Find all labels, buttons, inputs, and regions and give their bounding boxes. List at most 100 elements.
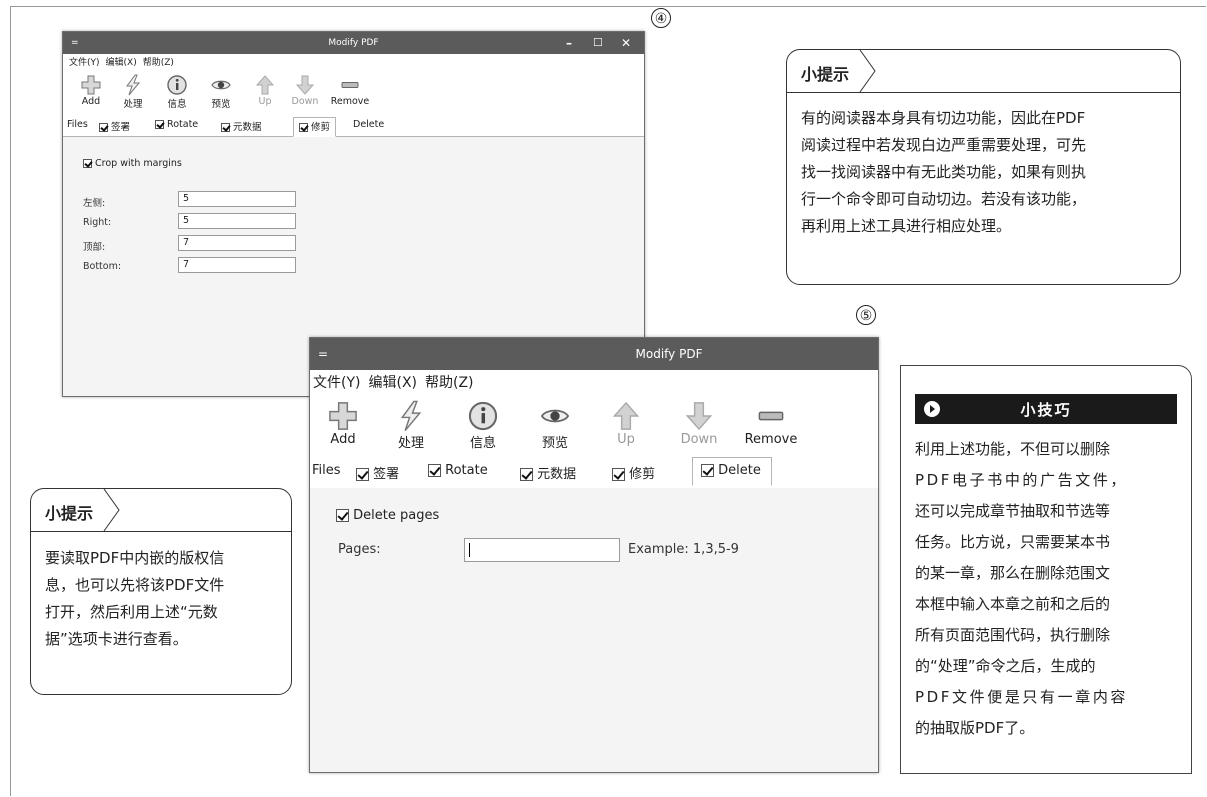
remove-button[interactable]: Remove	[327, 74, 373, 107]
preview-button[interactable]: 预览	[522, 400, 588, 451]
down-button[interactable]: Down	[285, 74, 325, 107]
tip-line: 打开，然后利用上述“元数	[45, 603, 218, 621]
trick-line: PDF文件便是只有一章内容	[915, 688, 1129, 706]
lightning-icon	[126, 74, 141, 96]
info-button[interactable]: 信息	[450, 400, 516, 451]
title-bar: = Modify PDF – ☐ ✕	[63, 32, 644, 54]
trick-line: PDF电子书中的广告文件，	[915, 471, 1129, 489]
tip-line: 要读取PDF中内嵌的版权信	[45, 549, 225, 567]
trick-heading: 小技巧	[1020, 401, 1072, 419]
pages-example: Example: 1,3,5-9	[628, 542, 739, 557]
info-button[interactable]: 信息	[157, 74, 197, 110]
checkbox[interactable]	[99, 123, 108, 132]
up-button[interactable]: Up	[245, 74, 285, 107]
crop-checkbox[interactable]	[83, 159, 92, 168]
tab-bar: Files 签署 Rotate 元数据 修剪 Delete	[63, 116, 644, 137]
tab-metadata[interactable]: 元数据	[221, 119, 262, 133]
down-label: Down	[291, 96, 319, 107]
tab-sign[interactable]: 签署	[99, 119, 130, 133]
add-button[interactable]: Add	[71, 74, 111, 107]
pages-input[interactable]	[464, 538, 620, 562]
tab-crop[interactable]: 修剪	[293, 117, 337, 137]
remove-label: Remove	[744, 432, 798, 447]
tip-line: 行一个命令即可自动切边。若没有该功能，	[801, 190, 1087, 208]
checkbox[interactable]	[701, 464, 714, 477]
tip-body: 要读取PDF中内嵌的版权信 息，也可以先将该PDF文件 打开，然后利用上述“元数…	[45, 545, 224, 653]
menu-edit[interactable]: 编辑(X)	[106, 54, 137, 72]
tab-files[interactable]: Files	[312, 463, 341, 478]
menu-file[interactable]: 文件(Y)	[69, 54, 100, 72]
tab-delete[interactable]: Delete	[353, 119, 384, 130]
tab-metadata-label: 元数据	[537, 467, 577, 482]
trick-body: 利用上述功能，不但可以删除 PDF电子书中的广告文件， 还可以完成章节抽取和节选…	[915, 434, 1179, 744]
preview-button[interactable]: 预览	[201, 74, 241, 110]
tab-delete[interactable]: Delete	[692, 457, 772, 486]
add-label: Add	[330, 432, 356, 447]
tip-header: 小提示	[787, 50, 1180, 93]
menu-edit[interactable]: 编辑(X)	[368, 370, 417, 396]
delete-pages-option[interactable]: Delete pages	[336, 508, 439, 523]
menu-file[interactable]: 文件(Y)	[313, 370, 360, 396]
trick-line: 利用上述功能，不但可以删除	[915, 440, 1111, 458]
trick-box: 小技巧 利用上述功能，不但可以删除 PDF电子书中的广告文件， 还可以完成章节抽…	[900, 365, 1192, 774]
checkbox[interactable]	[612, 468, 625, 481]
crop-with-margins-option[interactable]: Crop with margins	[83, 158, 182, 169]
tab-metadata[interactable]: 元数据	[520, 463, 576, 482]
add-icon	[81, 75, 101, 95]
trick-line: 还可以完成章节抽取和节选等	[915, 502, 1111, 520]
modify-pdf-window-delete: = Modify PDF 文件(Y) 编辑(X) 帮助(Z) Add 处理 信息 预…	[309, 337, 879, 773]
menu-help[interactable]: 帮助(Z)	[143, 54, 174, 72]
up-button[interactable]: Up	[593, 400, 659, 447]
info-icon	[167, 75, 187, 95]
up-label: Up	[617, 432, 635, 447]
right-margin-input[interactable]: 5	[178, 213, 296, 229]
add-label: Add	[81, 96, 101, 107]
tab-crop[interactable]: 修剪	[612, 463, 655, 482]
menu-help[interactable]: 帮助(Z)	[425, 370, 474, 396]
trick-line: 任务。比方说，只需要某本书	[915, 533, 1111, 551]
menu-bar: 文件(Y) 编辑(X) 帮助(Z)	[63, 54, 644, 72]
tip-heading: 小提示	[45, 504, 94, 523]
tip-line: 据”选项卡进行查看。	[45, 630, 188, 648]
checkbox[interactable]	[520, 468, 533, 481]
process-label: 处理	[123, 99, 143, 110]
checkbox[interactable]	[356, 468, 369, 481]
tab-rotate[interactable]: Rotate	[428, 463, 488, 478]
title-bar: = Modify PDF	[310, 338, 878, 370]
close-icon[interactable]: ✕	[621, 32, 631, 54]
toolbar: Add 处理 信息 预览 Up Down Remove	[63, 72, 644, 116]
down-button[interactable]: Down	[666, 400, 732, 447]
minimize-icon[interactable]: –	[566, 32, 572, 54]
info-label: 信息	[167, 99, 187, 110]
tab-rotate[interactable]: Rotate	[155, 119, 198, 130]
pages-label: Pages:	[338, 542, 381, 557]
add-button[interactable]: Add	[310, 400, 376, 447]
window-menu-icon[interactable]: =	[318, 338, 328, 370]
down-label: Down	[680, 432, 718, 447]
tip-box-bottom-left: 小提示 要读取PDF中内嵌的版权信 息，也可以先将该PDF文件 打开，然后利用上…	[30, 488, 292, 695]
tip-line: 再利用上述工具进行相应处理。	[801, 217, 1012, 235]
checkbox[interactable]	[428, 464, 441, 477]
process-button[interactable]: 处理	[378, 400, 444, 451]
process-button[interactable]: 处理	[113, 74, 153, 110]
tab-sign[interactable]: 签署	[356, 463, 399, 482]
delete-pages-checkbox[interactable]	[336, 509, 349, 522]
add-icon	[329, 402, 357, 430]
minus-icon	[758, 411, 784, 421]
lightning-icon	[400, 400, 422, 432]
top-margin-input[interactable]: 7	[178, 235, 296, 251]
checkbox[interactable]	[155, 120, 164, 129]
maximize-icon[interactable]: ☐	[593, 32, 603, 54]
delete-panel: Delete pages Pages: Example: 1,3,5-9	[310, 488, 878, 772]
remove-button[interactable]: Remove	[736, 400, 806, 447]
checkbox[interactable]	[221, 123, 230, 132]
tip-box-top-right: 小提示 有的阅读器本身具有切边功能，因此在PDF 阅读过程中若发现白边严重需要处…	[786, 49, 1181, 285]
left-margin-input[interactable]: 5	[178, 191, 296, 207]
bottom-label: Bottom:	[83, 261, 122, 272]
tab-files[interactable]: Files	[67, 119, 88, 130]
figure-number-5: ⑤	[856, 305, 876, 325]
eye-icon	[540, 409, 570, 423]
bottom-margin-input[interactable]: 7	[178, 257, 296, 273]
checkbox[interactable]	[299, 123, 308, 132]
tab-crop-label: 修剪	[311, 122, 331, 133]
